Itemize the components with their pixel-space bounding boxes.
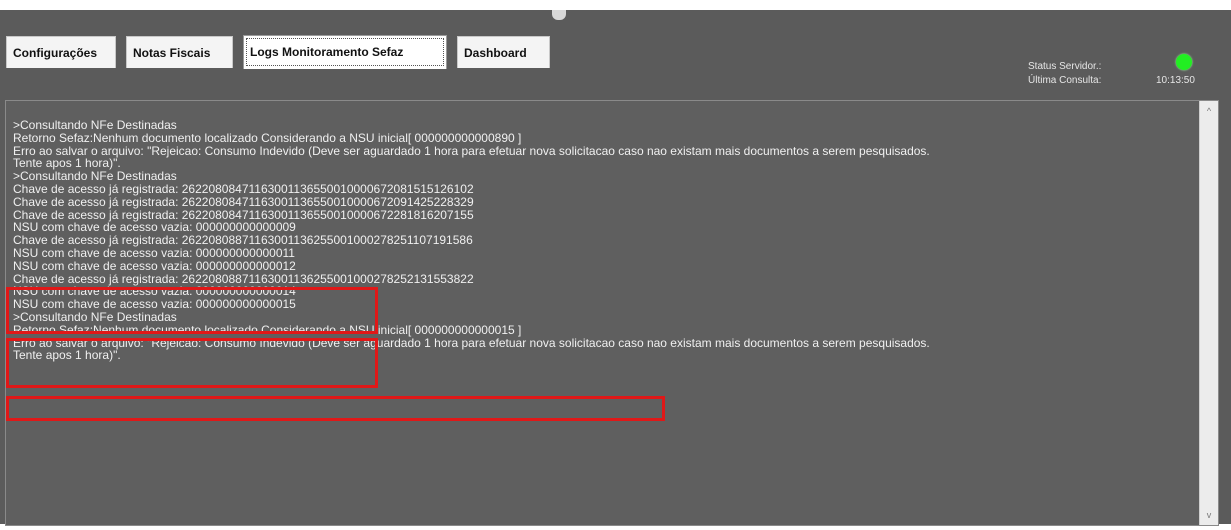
vertical-scrollbar[interactable]: ^ v — [1199, 101, 1218, 525]
scroll-down-icon[interactable]: v — [1200, 507, 1218, 523]
window-grip — [552, 10, 566, 20]
highlight-box-1 — [6, 287, 378, 334]
log-line: Tente apos 1 hora)". — [13, 156, 121, 171]
tab-notas-fiscais[interactable]: Notas Fiscais — [126, 36, 233, 68]
app-window: Configurações Notas Fiscais Logs Monitor… — [0, 10, 1231, 526]
log-line: NSU com chave de acesso vazia: 000000000… — [13, 245, 295, 260]
last-query-value: 10:13:50 — [1156, 75, 1195, 86]
status-values: 10:13:50 — [1156, 60, 1195, 88]
tab-configuracoes[interactable]: Configurações — [6, 36, 116, 68]
log-line: Chave de acesso já registrada: 262208084… — [13, 194, 474, 209]
status-server-label: Status Servidor.: — [1028, 61, 1102, 72]
highlight-box-2 — [6, 338, 378, 388]
log-line: Erro ao salvar o arquivo: "Rejeicao: Con… — [13, 143, 930, 158]
log-line: NSU com chave de acesso vazia: 000000000… — [13, 258, 296, 273]
tab-logs-monitoramento-sefaz[interactable]: Logs Monitoramento Sefaz — [243, 35, 447, 69]
log-line: Retorno Sefaz:Nenhum documento localizad… — [13, 130, 522, 145]
log-line: >Consultando NFe Destinadas — [13, 118, 177, 132]
last-query-label: Última Consulta: — [1028, 75, 1102, 86]
log-textbox[interactable]: >Consultando NFe Destinadas Retorno Sefaz… — [5, 100, 1219, 526]
status-labels: Status Servidor.: Última Consulta: — [1028, 60, 1101, 88]
scroll-up-icon[interactable]: ^ — [1200, 103, 1218, 119]
highlight-box-3 — [6, 396, 665, 421]
tab-dashboard[interactable]: Dashboard — [457, 36, 550, 68]
log-line: Chave de acesso já registrada: 262208084… — [13, 181, 474, 196]
